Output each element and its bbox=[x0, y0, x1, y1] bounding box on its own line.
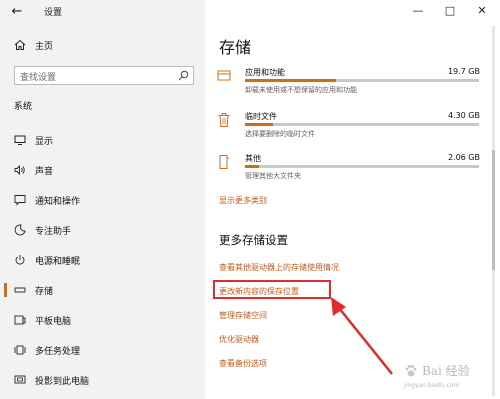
maximize-button[interactable]: □ bbox=[438, 3, 462, 19]
sidebar-item-label: 平板电脑 bbox=[35, 317, 72, 327]
storage-category-description: 选择要删除的临时文件 bbox=[245, 130, 315, 138]
sidebar-item-label: 声音 bbox=[35, 167, 54, 177]
page-title: 存储 bbox=[219, 38, 252, 57]
storage-category-size: 19.7 GB bbox=[447, 67, 480, 76]
home-label: 主页 bbox=[35, 42, 54, 52]
sidebar-item-label: 多任务处理 bbox=[35, 347, 81, 357]
sidebar-item-tablet[interactable]: 平板电脑 bbox=[0, 310, 205, 330]
watermark-title: Bai 经验 bbox=[422, 364, 470, 378]
search-input[interactable]: 查找设置 bbox=[14, 66, 194, 85]
usage-bar bbox=[245, 79, 479, 82]
usage-bar bbox=[245, 165, 479, 168]
sidebar-item-label: 专注助手 bbox=[35, 227, 72, 237]
titlebar-left: ← 设置 bbox=[0, 0, 205, 26]
multitasking-icon bbox=[14, 345, 26, 355]
search-icon bbox=[178, 70, 189, 81]
search-placeholder: 查找设置 bbox=[20, 73, 57, 83]
trash-icon bbox=[218, 113, 230, 127]
home-icon bbox=[14, 39, 26, 50]
sidebar-item-label: 显示 bbox=[35, 137, 54, 147]
main-content: — □ ✕ 存储 应用和功能 19.7 GB 卸载未使用或不想保留的应用和功能 bbox=[205, 0, 500, 399]
manage-storage-spaces-link[interactable]: 管理存储空间 bbox=[219, 310, 267, 321]
scrollbar-thumb[interactable] bbox=[492, 150, 495, 270]
active-indicator bbox=[4, 283, 7, 297]
show-more-categories-link[interactable]: 显示更多类别 bbox=[219, 195, 267, 206]
sidebar-item-label: 存储 bbox=[35, 287, 54, 297]
storage-category-size: 2.06 GB bbox=[447, 153, 480, 162]
notification-icon bbox=[14, 195, 26, 206]
storage-category-name: 应用和功能 bbox=[245, 68, 285, 77]
watermark: Bai 经验 jingyan.baidu.com bbox=[400, 358, 496, 396]
view-other-drives-link[interactable]: 查看其他驱动器上的存储使用情况 bbox=[219, 262, 339, 273]
close-button[interactable]: ✕ bbox=[470, 3, 494, 19]
sidebar-item-multitasking[interactable]: 多任务处理 bbox=[0, 340, 205, 360]
storage-category-size: 4.30 GB bbox=[447, 111, 480, 120]
usage-bar-fill bbox=[245, 79, 337, 82]
storage-category-other[interactable]: 其他 2.06 GB 管理其他大文件夹 bbox=[217, 153, 492, 197]
usage-bar-fill bbox=[245, 123, 274, 126]
sidebar-item-label: 投影到此电脑 bbox=[35, 377, 90, 387]
usage-bar-fill bbox=[245, 165, 260, 168]
section-label-system: 系统 bbox=[14, 102, 33, 112]
storage-category-description: 管理其他大文件夹 bbox=[245, 172, 301, 180]
view-backup-options-link[interactable]: 查看备份选项 bbox=[219, 358, 267, 369]
sidebar-item-sound[interactable]: 声音 bbox=[0, 160, 205, 180]
storage-category-description: 卸载未使用或不想保留的应用和功能 bbox=[245, 86, 357, 94]
display-icon bbox=[14, 135, 26, 145]
tablet-icon bbox=[14, 315, 26, 325]
sidebar-item-storage[interactable]: 存储 bbox=[0, 280, 205, 300]
optimize-drives-link[interactable]: 优化驱动器 bbox=[219, 334, 259, 345]
storage-category-temp[interactable]: 临时文件 4.30 GB 选择要删除的临时文件 bbox=[217, 111, 492, 155]
sidebar-item-label: 电源和睡眠 bbox=[35, 257, 81, 267]
highlight-annotation bbox=[213, 280, 331, 299]
app-title: 设置 bbox=[44, 8, 63, 18]
storage-category-apps[interactable]: 应用和功能 19.7 GB 卸载未使用或不想保留的应用和功能 bbox=[217, 67, 492, 111]
storage-category-name: 临时文件 bbox=[245, 112, 277, 121]
storage-icon bbox=[14, 287, 26, 293]
sidebar-item-notifications[interactable]: 通知和操作 bbox=[0, 190, 205, 210]
sidebar-item-power[interactable]: 电源和睡眠 bbox=[0, 250, 205, 270]
apps-icon bbox=[217, 70, 231, 81]
home-link[interactable]: 主页 bbox=[0, 37, 205, 55]
folder-icon bbox=[219, 155, 229, 169]
sidebar-item-display[interactable]: 显示 bbox=[0, 130, 205, 150]
paw-logo-icon bbox=[405, 365, 417, 377]
sidebar-item-label: 通知和操作 bbox=[35, 197, 81, 207]
sound-icon bbox=[14, 164, 25, 176]
sidebar-item-focus-assist[interactable]: 专注助手 bbox=[0, 220, 205, 240]
projection-icon bbox=[14, 375, 26, 384]
more-storage-settings-header: 更多存储设置 bbox=[219, 233, 288, 247]
sidebar-item-projection[interactable]: 投影到此电脑 bbox=[0, 370, 205, 390]
minimize-button[interactable]: — bbox=[406, 3, 430, 19]
storage-category-name: 其他 bbox=[245, 154, 261, 163]
back-button[interactable]: ← bbox=[8, 4, 26, 20]
window-controls: — □ ✕ bbox=[390, 0, 500, 24]
usage-bar bbox=[245, 123, 479, 126]
watermark-url: jingyan.baidu.com bbox=[404, 382, 460, 389]
power-icon bbox=[15, 255, 25, 265]
sidebar: ← 设置 主页 查找设置 系统 显示 声音 通知和操作 专注助手 电源和睡眠 存… bbox=[0, 0, 205, 399]
focus-assist-icon bbox=[14, 224, 26, 236]
settings-window: ← 设置 主页 查找设置 系统 显示 声音 通知和操作 专注助手 电源和睡眠 存… bbox=[0, 0, 500, 399]
